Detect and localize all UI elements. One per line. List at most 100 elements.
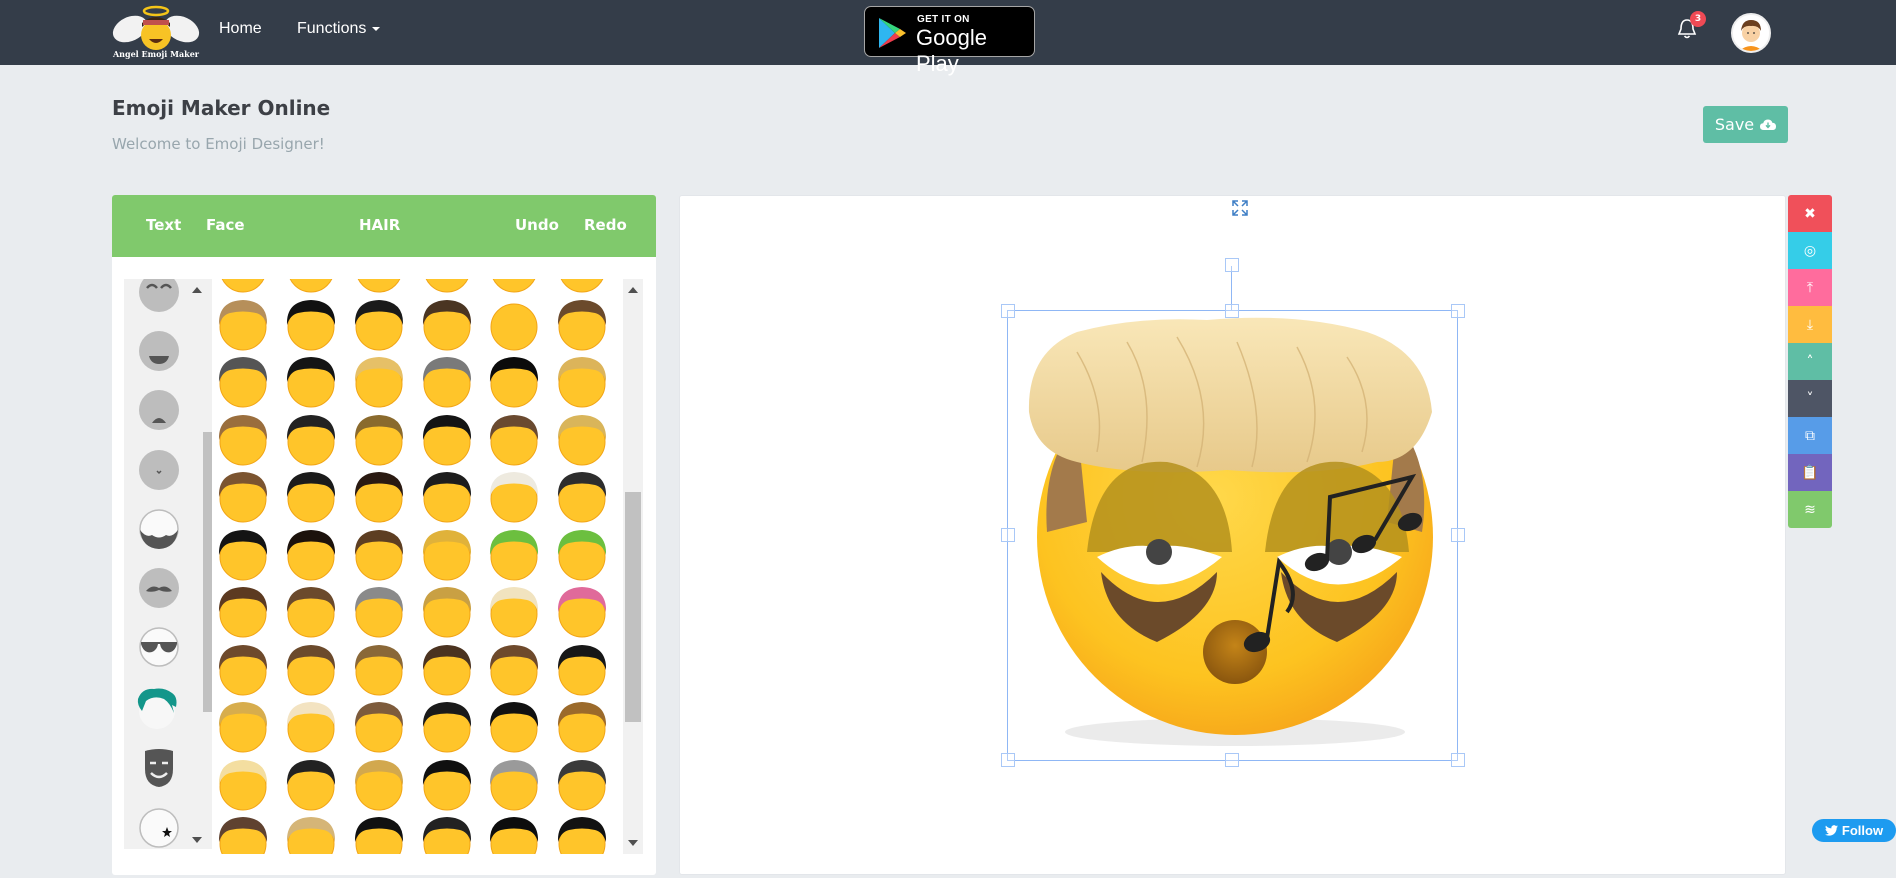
hair-scroll-thumb[interactable] (625, 492, 641, 722)
hair-option-hair-blank-partial[interactable] (553, 279, 611, 295)
hair-option-hair-blonde-pigtails[interactable] (418, 582, 476, 640)
hair-option-hair-blonde-shaggy[interactable] (214, 697, 272, 755)
hair-option-hair-black-emo[interactable] (485, 352, 543, 410)
hair-option-hair-black-bowl[interactable] (553, 812, 611, 854)
expand-icon[interactable] (1231, 199, 1249, 217)
hair-option-hair-grey-old[interactable] (418, 352, 476, 410)
category-eyes-closed[interactable] (138, 279, 180, 313)
hair-option-hair-black-spiky[interactable] (418, 410, 476, 468)
twitter-follow-button[interactable]: Follow (1812, 819, 1896, 842)
hair-option-hair-blank-partial[interactable] (282, 279, 340, 295)
hair-option-hair-spiky-crown[interactable] (282, 410, 340, 468)
resize-handle-top-left[interactable] (1001, 304, 1015, 318)
category-mouth-open[interactable] (138, 389, 180, 431)
hair-option-hair-blonde-side[interactable] (214, 295, 272, 353)
hair-option-hair-brown-curls[interactable] (214, 582, 272, 640)
hair-option-hair-black-bob-flip[interactable] (485, 697, 543, 755)
category-glasses[interactable] (138, 626, 180, 668)
category-scroll-up-button[interactable] (192, 287, 202, 293)
hair-option-hair-green-leaf[interactable] (485, 525, 543, 583)
nav-functions-dropdown[interactable]: Functions (297, 20, 381, 38)
hair-option-hair-bald-curl[interactable] (485, 295, 543, 353)
hair-grid-scrollbar[interactable] (623, 279, 643, 854)
category-beard[interactable] (138, 508, 180, 550)
category-accessory[interactable] (138, 807, 180, 849)
hair-option-hair-blonde-mustache-style[interactable] (553, 410, 611, 468)
resize-handle-top-right[interactable] (1451, 304, 1465, 318)
hair-option-hair-brown-buns[interactable] (350, 410, 408, 468)
hair-option-hair-black-wild[interactable] (418, 812, 476, 854)
hair-option-hair-black-bow[interactable] (418, 697, 476, 755)
layers-button[interactable]: ≋ (1788, 491, 1832, 528)
category-hair[interactable] (137, 685, 180, 729)
hair-option-hair-brown-straight[interactable] (214, 812, 272, 854)
hair-option-hair-black-pompadour[interactable] (553, 755, 611, 813)
hair-option-hair-brown-side-long[interactable] (485, 640, 543, 698)
hair-option-hair-black-bangs[interactable] (418, 467, 476, 525)
hair-option-hair-combover[interactable] (553, 467, 611, 525)
resize-handle-bottom-left[interactable] (1001, 753, 1015, 767)
hair-option-hair-platinum-wave[interactable] (282, 697, 340, 755)
hair-option-hair-black-braids[interactable] (282, 525, 340, 583)
hair-scroll-up-button[interactable] (628, 287, 638, 293)
hair-option-hair-brown-shag[interactable] (214, 410, 272, 468)
category-mask[interactable] (138, 747, 180, 789)
tab-hair[interactable]: HAIR (359, 216, 400, 234)
hair-option-hair-grey-bald[interactable] (485, 755, 543, 813)
hair-option-hair-blonde-crown[interactable] (214, 755, 272, 813)
nav-home[interactable]: Home (219, 20, 262, 38)
hair-option-hair-brown-waves[interactable] (282, 640, 340, 698)
hair-option-hair-brown-pigtail-partial[interactable] (214, 279, 272, 295)
hair-option-hair-brown-long[interactable] (418, 295, 476, 353)
hair-option-hair-black-side-long[interactable] (418, 755, 476, 813)
google-play-badge[interactable]: GET IT ON Google Play (864, 6, 1035, 76)
hair-option-hair-brown-braids-beads[interactable] (350, 697, 408, 755)
hair-option-hair-black-curly[interactable] (214, 525, 272, 583)
hair-option-hair-black-puff[interactable] (282, 755, 340, 813)
paste-button[interactable]: 📋 (1788, 454, 1832, 491)
emoji-canvas[interactable] (679, 195, 1786, 875)
hair-option-hair-brown-bob[interactable] (485, 410, 543, 468)
hair-option-hair-brown-middle[interactable] (214, 640, 272, 698)
center-button[interactable]: ◎ (1788, 232, 1832, 269)
hair-option-hair-blank-partial[interactable] (485, 279, 543, 295)
hair-option-hair-brown-crop[interactable] (350, 640, 408, 698)
undo-button[interactable]: Undo (515, 216, 559, 234)
hair-option-hair-brown-quiff[interactable] (553, 697, 611, 755)
hair-option-hair-brown-long-shag[interactable] (214, 467, 272, 525)
hair-scroll-down-button[interactable] (628, 840, 638, 846)
hair-option-hair-black-side-bang[interactable] (485, 812, 543, 854)
hair-option-hair-black-short[interactable] (350, 295, 408, 353)
tab-face[interactable]: Face (206, 216, 245, 234)
hair-option-hair-black-slick[interactable] (282, 352, 340, 410)
resize-handle-top[interactable] (1225, 304, 1239, 318)
hair-option-hair-brown-sidepart[interactable] (282, 582, 340, 640)
resize-handle-bottom-right[interactable] (1451, 753, 1465, 767)
hair-option-hair-black-afro[interactable] (282, 295, 340, 353)
hair-option-hair-blank-partial[interactable] (350, 279, 408, 295)
redo-button[interactable]: Redo (584, 216, 627, 234)
hair-option-hair-brown-bangs[interactable] (418, 640, 476, 698)
hair-option-hair-brown-bowl[interactable] (350, 525, 408, 583)
category-nose[interactable] (138, 449, 180, 491)
hair-option-hair-black-messy[interactable] (553, 640, 611, 698)
tab-text[interactable]: Text (146, 216, 181, 234)
hair-option-hair-black-swoop[interactable] (282, 467, 340, 525)
send-to-back-button[interactable]: ⤓ (1788, 306, 1832, 343)
copy-button[interactable]: ⧉ (1788, 417, 1832, 454)
bring-to-front-button[interactable]: ⤒ (1788, 269, 1832, 306)
hair-option-hair-bandana[interactable] (350, 467, 408, 525)
hair-option-hair-blonde-pompadour[interactable] (485, 582, 543, 640)
resize-handle-right[interactable] (1451, 528, 1465, 542)
hair-option-hair-white-bow[interactable] (485, 467, 543, 525)
hair-option-hair-blonde-wave[interactable] (553, 352, 611, 410)
hair-option-hair-blonde-spiky[interactable] (418, 525, 476, 583)
site-logo[interactable]: Angel Emoji Maker (110, 3, 202, 61)
rotate-handle[interactable] (1225, 258, 1239, 272)
resize-handle-bottom[interactable] (1225, 753, 1239, 767)
hair-option-hair-green-clown[interactable] (553, 525, 611, 583)
delete-button[interactable]: ✖ (1788, 195, 1832, 232)
hair-option-hair-blonde-ponytail[interactable] (350, 352, 408, 410)
category-scrollbar[interactable] (203, 432, 212, 712)
hair-option-hair-blonde-side-swoop[interactable] (350, 755, 408, 813)
